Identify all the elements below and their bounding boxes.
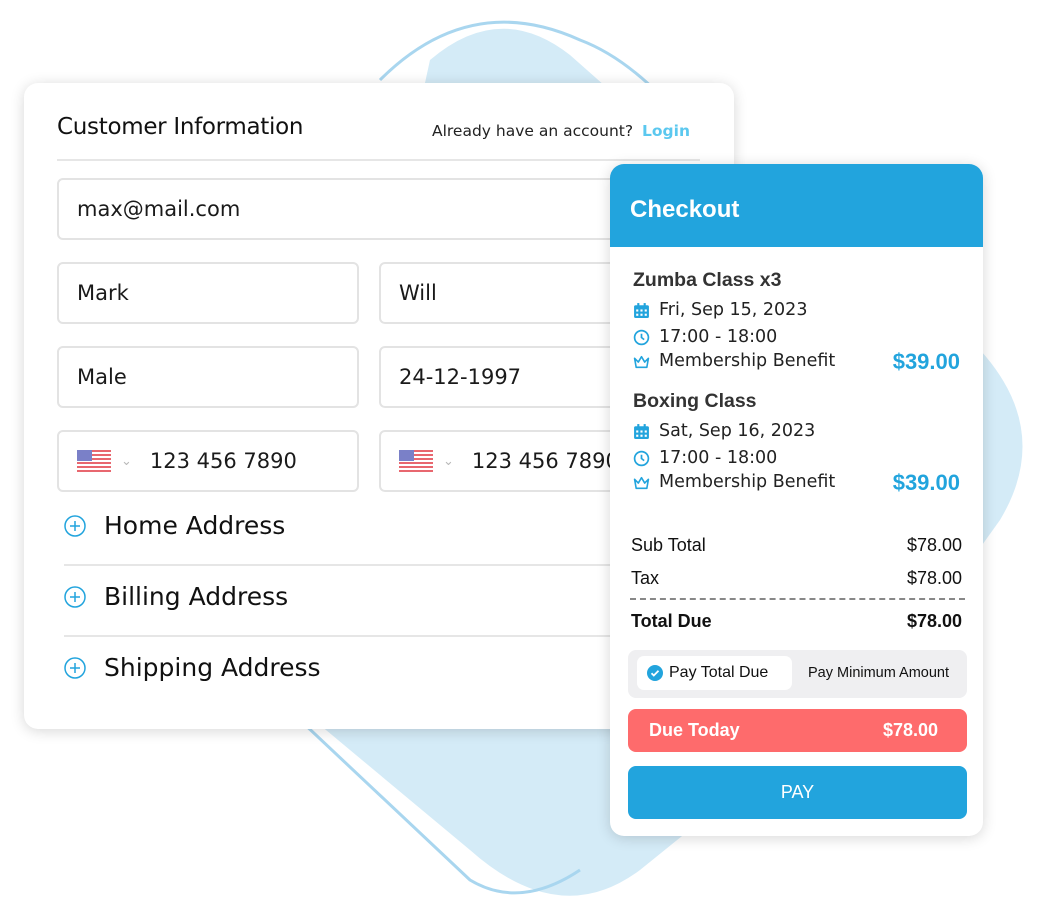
clock-icon <box>633 329 650 345</box>
crown-icon <box>633 355 650 368</box>
plus-circle-icon <box>64 585 86 608</box>
total-due-value: $78.00 <box>906 611 962 631</box>
billing-address-label: Billing Address <box>104 582 289 611</box>
email-value: max@mail.com <box>77 197 241 221</box>
subtotal-label: Sub Total <box>631 535 706 555</box>
total-due-row: Total Due $78.00 <box>631 611 962 632</box>
due-today-amount: $78.00 <box>882 720 938 740</box>
account-prompt-text: Already have an account? <box>431 122 634 140</box>
pay-button[interactable]: PAY <box>628 766 967 819</box>
item-date-text: Sat, Sep 16, 2023 <box>659 421 816 441</box>
item-date-text: Fri, Sep 15, 2023 <box>659 300 808 320</box>
us-flag-icon[interactable] <box>399 450 433 472</box>
payment-option-toggle: Pay Total Due Pay Minimum Amount <box>628 650 967 698</box>
calendar-icon <box>634 302 649 318</box>
gender-value: Male <box>77 365 127 389</box>
plus-circle-icon <box>64 656 86 679</box>
billing-address-section[interactable]: Billing Address <box>64 582 288 611</box>
total-due-label: Total Due <box>631 611 712 631</box>
due-today-label: Due Today <box>649 720 740 740</box>
item-time: 17:00 - 18:00 <box>633 448 777 468</box>
section-divider <box>64 635 704 637</box>
item-time: 17:00 - 18:00 <box>633 327 777 347</box>
due-today-bar: Due Today $78.00 <box>628 709 967 752</box>
chevron-down-icon[interactable]: ⌄ <box>443 454 454 469</box>
item-time-text: 17:00 - 18:00 <box>659 448 778 468</box>
birth-date-value: 24-12-1997 <box>399 365 522 389</box>
home-address-label: Home Address <box>104 511 286 540</box>
clock-icon <box>633 450 650 466</box>
item-price: $39.00 <box>892 349 960 374</box>
gender-field[interactable]: Male <box>57 346 359 408</box>
checkout-card: Checkout Zumba Class x3 Fri, Sep 15, 202… <box>610 164 983 836</box>
header-divider <box>57 159 700 161</box>
plus-circle-icon <box>64 514 86 537</box>
home-address-section[interactable]: Home Address <box>64 511 285 540</box>
section-divider <box>64 564 704 566</box>
subtotal-value: $78.00 <box>906 535 962 555</box>
item-benefit-text: Membership Benefit <box>659 472 836 492</box>
account-prompt: Already have an account? Login <box>432 122 690 140</box>
pay-total-due-option[interactable]: Pay Total Due <box>637 656 792 690</box>
email-field[interactable]: max@mail.com <box>57 178 700 240</box>
tax-value: $78.00 <box>906 568 962 588</box>
phone-2-value: 123 456 7890 <box>471 449 619 473</box>
phone-1-value: 123 456 7890 <box>149 449 297 473</box>
pay-minimum-amount-label: Pay Minimum Amount <box>808 665 950 681</box>
subtotal-row: Sub Total $78.00 <box>631 535 962 556</box>
phone-field-1[interactable]: ⌄ 123 456 7890 <box>57 430 359 492</box>
shipping-address-section[interactable]: Shipping Address <box>64 653 321 682</box>
item-date: Sat, Sep 16, 2023 <box>633 421 815 441</box>
item-date: Fri, Sep 15, 2023 <box>633 300 807 320</box>
calendar-icon <box>634 423 649 439</box>
customer-info-title: Customer Information <box>57 114 304 140</box>
login-link[interactable]: Login <box>642 122 690 140</box>
first-name-field[interactable]: Mark <box>57 262 359 324</box>
checkout-header: Checkout <box>610 164 983 247</box>
first-name-value: Mark <box>77 281 129 305</box>
item-time-text: 17:00 - 18:00 <box>659 327 778 347</box>
checkout-title: Checkout <box>630 196 740 223</box>
item-benefit-text: Membership Benefit <box>659 351 836 371</box>
last-name-value: Will <box>399 281 437 305</box>
crown-icon <box>633 476 650 489</box>
tax-label: Tax <box>631 568 660 588</box>
tax-row: Tax $78.00 <box>631 568 962 589</box>
summary-divider <box>630 598 965 600</box>
item-benefit: Membership Benefit <box>633 351 835 371</box>
pay-total-due-label: Pay Total Due <box>669 664 769 681</box>
item-price: $39.00 <box>892 470 960 495</box>
us-flag-icon[interactable] <box>77 450 111 472</box>
chevron-down-icon[interactable]: ⌄ <box>121 454 132 469</box>
pay-minimum-amount-option[interactable]: Pay Minimum Amount <box>808 656 949 690</box>
item-benefit: Membership Benefit <box>633 472 835 492</box>
item-name: Boxing Class <box>633 390 757 412</box>
check-circle-icon <box>647 665 663 681</box>
item-name: Zumba Class x3 <box>633 269 782 291</box>
shipping-address-label: Shipping Address <box>104 653 321 682</box>
